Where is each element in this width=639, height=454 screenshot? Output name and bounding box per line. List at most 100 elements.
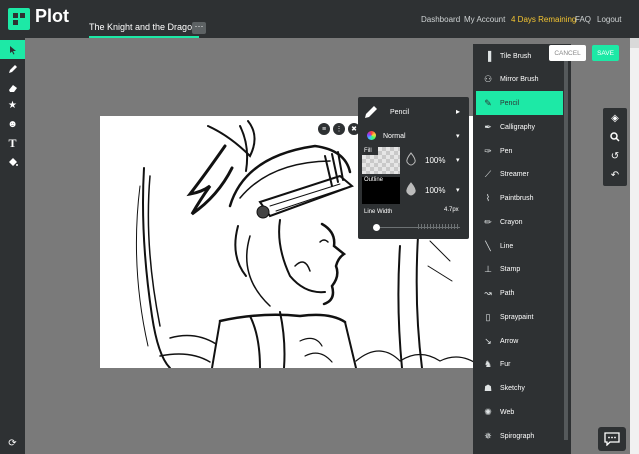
top-bar: Plot The Knight and the Dragon ··· Dashb…	[0, 0, 639, 38]
save-button[interactable]: SAVE	[592, 45, 619, 61]
brush-settings-panel: Pencil ▸ Normal ▾ Fill 100% ▾ Outline 10…	[358, 97, 469, 239]
brush-item-line[interactable]: ╲ Line	[476, 234, 563, 258]
emoji-tool[interactable]: ☻	[0, 115, 25, 134]
web-icon: ✺	[484, 406, 492, 417]
chat-button[interactable]	[598, 427, 626, 451]
outline-label: Outline	[364, 177, 384, 183]
emoji-icon: ☻	[7, 119, 18, 130]
search-icon	[610, 132, 620, 142]
zoom-button[interactable]	[603, 128, 627, 146]
brush-label: Paintbrush	[500, 194, 534, 202]
layers-button[interactable]: ◈	[603, 109, 627, 127]
document-menu-button[interactable]: ···	[192, 22, 206, 34]
more-options-icon[interactable]: ⋮	[333, 123, 345, 135]
document-title[interactable]: The Knight and the Dragon	[89, 16, 200, 38]
fill-opacity[interactable]: 100%	[425, 156, 445, 165]
select-tool[interactable]	[0, 40, 25, 59]
brush-item-crayon[interactable]: ✏ Crayon	[476, 210, 563, 234]
brush-item-pencil[interactable]: ✎ Pencil	[476, 91, 563, 115]
outline-opacity[interactable]: 100%	[425, 186, 445, 195]
undo-button[interactable]: ↶	[603, 166, 627, 184]
path-icon: ↝	[484, 287, 492, 298]
fill-icon	[8, 157, 18, 166]
brush-list-scrollbar[interactable]	[564, 52, 568, 440]
chat-icon	[604, 432, 620, 446]
brush-item-fur[interactable]: ♞ Fur	[476, 352, 563, 376]
fill-tool[interactable]	[0, 152, 25, 171]
brush-item-sketchy[interactable]: ☗ Sketchy	[476, 376, 563, 400]
brush-label: Pencil	[500, 99, 520, 107]
spraypaint-icon: ▯	[485, 311, 491, 322]
brush-label: Fur	[500, 360, 511, 368]
right-toolbar: ◈ ↺ ↶	[603, 108, 627, 186]
chevron-right-icon: ▸	[456, 107, 461, 116]
brush-item-path[interactable]: ↝ Path	[476, 281, 563, 305]
opacity-icon	[406, 152, 416, 166]
brush-label: Stamp	[500, 265, 521, 273]
brush-label: Line	[500, 242, 514, 250]
brush-item-calligraphy[interactable]: ✒ Calligraphy	[476, 115, 563, 139]
text-tool[interactable]: T	[0, 134, 25, 153]
brush-label: Calligraphy	[500, 123, 536, 131]
mirror-brush-icon: ⚇	[483, 73, 493, 84]
arrow-icon: ↘	[484, 335, 492, 346]
brush-item-mirror-brush[interactable]: ⚇ Mirror Brush	[476, 67, 563, 91]
nav-faq[interactable]: FAQ	[575, 15, 591, 24]
brush-label: Arrow	[500, 337, 519, 345]
pencil-tool[interactable]	[0, 59, 25, 78]
brush-label: Spirograph	[500, 432, 535, 440]
nav-my-account[interactable]: My Account	[464, 15, 505, 24]
crayon-icon: ✏	[484, 216, 492, 227]
spirograph-icon: ✵	[484, 430, 492, 441]
chevron-down-icon[interactable]: ▾	[456, 156, 460, 164]
select-icon	[9, 45, 16, 54]
pencil-icon: ✎	[484, 97, 492, 108]
scroll-up-button[interactable]	[630, 38, 639, 48]
brush-item-spraypaint[interactable]: ▯ Spraypaint	[476, 305, 563, 329]
blend-mode-row[interactable]: Normal ▾	[364, 129, 464, 143]
brush-label: Web	[500, 408, 515, 416]
pen-icon: ✑	[484, 145, 492, 156]
layers-menu-icon[interactable]: ≡	[318, 123, 330, 135]
page-scrollbar[interactable]	[630, 38, 639, 454]
undo-icon: ↶	[610, 169, 620, 181]
brush-item-web[interactable]: ✺ Web	[476, 400, 563, 424]
brush-selector-row[interactable]: Pencil ▸	[364, 105, 464, 119]
line-width-slider[interactable]	[373, 224, 380, 231]
brush-item-spirograph[interactable]: ✵ Spirograph	[476, 424, 563, 448]
opacity-icon	[406, 182, 416, 196]
brush-item-arrow[interactable]: ↘ Arrow	[476, 329, 563, 353]
brush-item-pen[interactable]: ✑ Pen	[476, 139, 563, 163]
brush-item-paintbrush[interactable]: ⌇ Paintbrush	[476, 186, 563, 210]
nav-logout[interactable]: Logout	[597, 15, 621, 24]
plot-logo-icon[interactable]	[8, 8, 30, 30]
cancel-button[interactable]: CANCEL	[549, 45, 586, 61]
brush-item-stamp[interactable]: ⊥ Stamp	[476, 257, 563, 281]
brush-label: Crayon	[500, 218, 523, 226]
chevron-down-icon[interactable]: ▾	[456, 186, 460, 194]
fur-icon: ♞	[483, 358, 493, 369]
left-toolbar: ★ ☻ T ⟳	[0, 38, 25, 454]
refresh-icon: ⟳	[8, 438, 17, 449]
star-icon: ★	[8, 100, 17, 111]
refresh-tool[interactable]: ⟳	[0, 434, 25, 453]
shape-tool[interactable]: ★	[0, 96, 25, 115]
brush-name: Pencil	[390, 109, 410, 116]
nav-days-remaining[interactable]: 4 Days Remaining	[511, 15, 576, 24]
line-width-ticks	[418, 224, 460, 229]
nav-dashboard[interactable]: Dashboard	[421, 15, 460, 24]
text-icon: T	[8, 136, 17, 150]
app-name[interactable]: Plot	[35, 6, 69, 27]
blend-mode: Normal	[383, 133, 406, 140]
chevron-down-icon: ▾	[456, 133, 460, 140]
tile-brush-icon: ▐	[484, 51, 492, 61]
brush-label: Path	[500, 289, 515, 297]
sketchy-icon: ☗	[483, 382, 493, 393]
history-button[interactable]: ↺	[603, 147, 627, 165]
line-icon: ╲	[485, 240, 491, 251]
brush-item-streamer[interactable]: ⟋ Streamer	[476, 162, 563, 186]
eraser-tool[interactable]	[0, 78, 25, 97]
pencil-icon	[8, 64, 17, 73]
history-icon: ↺	[610, 150, 620, 162]
line-width-label: Line Width	[364, 209, 393, 215]
